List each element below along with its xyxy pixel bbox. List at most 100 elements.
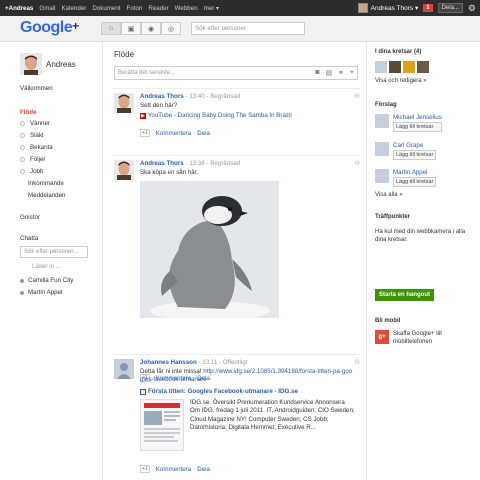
post-menu-icon[interactable]: ⊖ <box>354 159 360 167</box>
post-actions: +1 · Kommentera · Dela <box>140 129 210 137</box>
profile-card[interactable]: Andreas <box>20 53 76 75</box>
circle-work[interactable]: Jobb <box>20 168 43 175</box>
post-header: Johannes Hansson - 13:11 - Offentligt <box>140 359 248 366</box>
suggestion-name[interactable]: Martin Appel <box>393 169 436 176</box>
post: Andreas Thors - 13:38 - Begränsad ⊖ Ska … <box>114 155 360 385</box>
avatar[interactable] <box>403 61 415 73</box>
camera-icon[interactable]: ◙ <box>315 69 319 77</box>
google-bar: +Andreas Gmail Kalender Dokument Foton R… <box>0 0 480 16</box>
circle-following[interactable]: Följer <box>20 156 45 163</box>
post-visibility[interactable]: Begränsad <box>210 93 240 100</box>
circle-friends[interactable]: Vänner <box>20 120 50 127</box>
account-menu[interactable]: Andreas Thors ▾ <box>357 3 418 13</box>
post-visibility[interactable]: Begränsad <box>210 160 240 167</box>
show-all-link[interactable]: Visa alla » <box>375 192 403 198</box>
top-nav-documents[interactable]: Dokument <box>89 5 123 12</box>
circle-acquaintances[interactable]: Bekanta <box>20 144 53 151</box>
hangouts-text: Ha kul med din webbkamera i alla dina kr… <box>375 229 466 244</box>
google-plus-logo[interactable]: Google+ <box>20 19 79 37</box>
plus-one-button[interactable]: +1 <box>140 129 150 137</box>
add-to-circles-button[interactable]: Lägg till kretsar <box>393 150 437 160</box>
top-nav-gmail[interactable]: Gmail <box>36 5 58 12</box>
circle-icon <box>20 121 25 126</box>
circle-avatars[interactable] <box>375 61 429 73</box>
stream-column: Flöde Berätta det senaste... ◙ ▤ ⚭ ⌖ And… <box>104 42 365 480</box>
plus-one-button[interactable]: +1 <box>140 465 150 473</box>
google-plus-icon: g+ <box>375 330 389 344</box>
post-photo[interactable] <box>140 181 279 318</box>
photos-icon[interactable]: ▣ <box>121 22 141 35</box>
notification-count[interactable]: 1 <box>423 4 433 12</box>
add-to-circles-button[interactable]: Lägg till kretsar <box>393 122 442 132</box>
home-icon[interactable]: ⌂ <box>101 22 121 35</box>
share-button[interactable]: Dela... <box>437 3 463 13</box>
avatar[interactable] <box>375 114 389 128</box>
post-visibility[interactable]: Offentligt <box>223 359 248 366</box>
post-author[interactable]: Johannes Hansson <box>140 359 197 366</box>
avatar[interactable] <box>375 169 389 183</box>
suggestion-name[interactable]: Michael Jenselius <box>393 114 442 121</box>
start-hangout-button[interactable]: Starta en hangout <box>375 289 435 301</box>
hangouts-title: Träffpunkter <box>375 214 411 220</box>
circle-icon <box>20 169 25 174</box>
chat-search-input[interactable]: Sök efter personer... <box>20 246 88 258</box>
video-icon[interactable]: ▤ <box>326 69 333 77</box>
circle-family[interactable]: Släkt <box>20 132 44 139</box>
share-input[interactable]: Berätta det senaste... ◙ ▤ ⚭ ⌖ <box>114 66 358 80</box>
location-icon[interactable]: ⌖ <box>350 69 354 77</box>
post-header: Andreas Thors - 13:40 - Begränsad <box>140 93 241 100</box>
circles-icon[interactable]: ◎ <box>161 22 181 35</box>
top-nav-more[interactable]: mer ▾ <box>201 5 222 12</box>
link-icon[interactable]: ⚭ <box>338 69 344 77</box>
add-to-circles-button[interactable]: Lägg till kretsar <box>393 177 437 187</box>
avatar[interactable] <box>375 61 387 73</box>
link-snippet: IDG.se. Översikt Prenumeration Kundservi… <box>190 399 355 432</box>
suggestion-name[interactable]: Carl Grape <box>393 142 436 149</box>
search-input[interactable]: Sök efter personer <box>191 22 305 35</box>
post-time[interactable]: 13:11 <box>202 359 217 366</box>
messages-link[interactable]: Meddelanden <box>28 192 66 199</box>
suggestions-title: Förslag <box>375 102 397 108</box>
link-thumbnail[interactable] <box>140 399 184 451</box>
youtube-link[interactable]: ▶ YouTube - Dancing Baby Doing The Samba … <box>140 112 292 119</box>
top-nav-web[interactable]: Webben <box>172 5 201 12</box>
post-actions: +1 · Kommentera · Dela <box>140 465 210 473</box>
chat-contact[interactable]: Martin Appel <box>20 289 62 296</box>
avatar[interactable] <box>375 142 389 156</box>
avatar[interactable] <box>114 359 134 379</box>
share-link[interactable]: Dela <box>197 130 210 137</box>
post-author[interactable]: Andreas Thors <box>140 93 184 100</box>
status-icon <box>20 278 24 283</box>
incoming-link[interactable]: Inkommande <box>28 180 64 187</box>
top-nav: +Andreas Gmail Kalender Dokument Foton R… <box>2 5 222 12</box>
profile-icon[interactable]: ◉ <box>141 22 161 35</box>
mobile-link[interactable]: Skaffa Google+ till mobiltelefonen <box>393 330 473 346</box>
sparks-link[interactable]: Gnistor <box>20 214 40 221</box>
circle-icon <box>20 145 25 150</box>
page-title: Flöde <box>114 50 135 59</box>
avatar[interactable] <box>389 61 401 73</box>
comment-link[interactable]: Kommentera <box>156 466 191 473</box>
welcome-link[interactable]: Välkommen <box>20 85 53 92</box>
avatar[interactable] <box>114 93 134 113</box>
stream-link[interactable]: Flöde <box>20 109 37 116</box>
comment-link[interactable]: Kommentera <box>156 130 191 137</box>
header: Google+ ⌂ ▣ ◉ ◎ Sök efter personer <box>0 16 480 42</box>
top-nav-photos[interactable]: Foton <box>124 5 146 12</box>
avatar[interactable] <box>114 160 134 180</box>
circles-title: I dina kretsar (4) <box>375 49 422 55</box>
post-time[interactable]: 13:40 <box>189 93 204 100</box>
top-nav-plus[interactable]: +Andreas <box>2 5 36 12</box>
post-menu-icon[interactable]: ⊖ <box>354 358 360 366</box>
gear-icon[interactable]: ⚙ <box>468 3 476 14</box>
chat-contact[interactable]: Camilla Fun City <box>20 277 73 284</box>
post-author[interactable]: Andreas Thors <box>140 160 184 167</box>
top-nav-calendar[interactable]: Kalender <box>59 5 90 12</box>
share-link[interactable]: Dela <box>197 466 210 473</box>
post-menu-icon[interactable]: ⊖ <box>354 92 360 100</box>
link-preview-title[interactable]: Första titten: Googles Facebook-utmanare… <box>140 388 298 396</box>
top-nav-reader[interactable]: Reader <box>145 5 171 12</box>
post-time[interactable]: 13:38 <box>189 160 204 167</box>
view-edit-link[interactable]: Visa och redigera » <box>375 78 427 84</box>
avatar[interactable] <box>417 61 429 73</box>
